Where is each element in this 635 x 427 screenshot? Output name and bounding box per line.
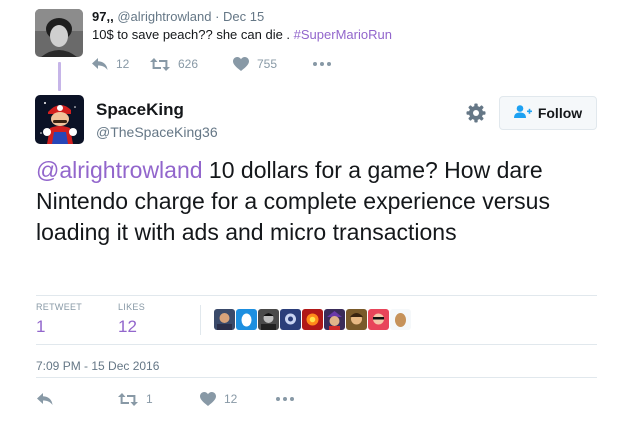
like-count: 12 [224,392,238,406]
liker-avatars [214,309,412,330]
parent-retweet-count: 626 [178,57,199,71]
retweet-icon [118,392,138,406]
heart-icon [233,57,249,71]
likes-stat[interactable]: LIKES 12 [118,302,145,337]
parent-header: 97,, @alrightrowland · Dec 15 [92,9,264,24]
divider-middle [36,344,597,345]
reply-button[interactable] [37,392,118,406]
settings-button[interactable] [466,103,486,123]
more-icon [276,397,294,401]
retweets-label: RETWEET [36,302,83,312]
parent-handle[interactable]: @alrightrowland [117,9,211,24]
liker-avatar[interactable] [236,309,257,330]
liker-avatar[interactable] [280,309,301,330]
parent-display-name[interactable]: 97,, [92,9,114,24]
parent-like-count: 755 [257,57,278,71]
stats-separator [200,305,201,335]
tweet-timestamp[interactable]: 7:09 PM - 15 Dec 2016 [36,359,159,373]
more-icon [313,62,331,66]
parent-more-button[interactable] [313,62,331,66]
parent-action-bar: 12 626 755 [92,56,331,72]
tweet-text: @alrightrowland 10 dollars for a game? H… [36,155,606,248]
add-user-icon [513,105,538,121]
thread-connector-line [58,62,61,91]
reply-icon [92,57,108,71]
tweet-author-handle[interactable]: @TheSpaceKing36 [96,124,218,140]
parent-retweet-button[interactable]: 626 [150,57,233,71]
tweet-author-name[interactable]: SpaceKing [96,100,184,120]
tweet-action-bar: 1 12 [37,391,294,407]
parent-hashtag-link[interactable]: #SuperMarioRun [294,27,392,42]
parent-avatar[interactable] [35,9,83,57]
liker-avatar[interactable] [258,309,279,330]
likes-count: 12 [118,317,137,336]
gear-icon [466,103,486,127]
main-avatar[interactable] [35,95,84,144]
retweet-count: 1 [146,392,153,406]
liker-avatar[interactable] [214,309,235,330]
liker-avatar[interactable] [302,309,323,330]
reply-icon [37,392,53,406]
follow-button-label: Follow [537,105,583,121]
follow-button[interactable]: Follow [499,96,597,130]
like-button[interactable]: 12 [200,392,276,406]
retweets-count: 1 [36,317,46,336]
heart-icon [200,392,216,406]
parent-reply-button[interactable]: 12 [92,57,150,71]
likes-label: LIKES [118,302,146,312]
divider-bottom [36,377,597,378]
liker-avatar[interactable] [368,309,389,330]
retweet-button[interactable]: 1 [118,392,200,406]
retweet-icon [150,57,170,71]
parent-text-body: 10$ to save peach?? she can die . [92,27,294,42]
parent-date[interactable]: Dec 15 [223,9,264,24]
parent-like-button[interactable]: 755 [233,57,313,71]
parent-reply-count: 12 [116,57,130,71]
parent-tweet[interactable]: 97,, @alrightrowland · Dec 15 10$ to sav… [0,0,635,88]
more-button[interactable] [276,397,294,401]
parent-tweet-text: 10$ to save peach?? she can die . #Super… [92,27,392,42]
liker-avatar[interactable] [390,309,411,330]
liker-avatar[interactable] [346,309,367,330]
liker-avatar[interactable] [324,309,345,330]
retweets-stat[interactable]: RETWEET 1 [36,302,82,337]
divider-top [36,295,597,296]
parent-date-separator: · [215,9,220,24]
mention-link[interactable]: @alrightrowland [36,157,203,183]
